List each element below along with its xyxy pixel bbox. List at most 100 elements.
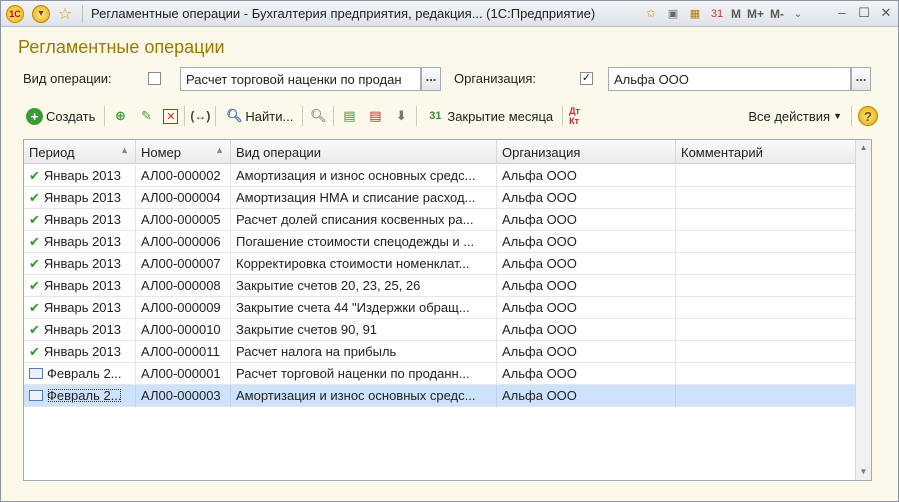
column-period[interactable]: Период ▲ bbox=[24, 140, 136, 164]
create-button[interactable]: + Создать bbox=[23, 104, 98, 128]
cell-org: Альфа ООО bbox=[497, 231, 676, 253]
filter-row: Вид операции: Расчет торговой наценки по… bbox=[1, 67, 898, 91]
posted-check-icon: ✔ bbox=[29, 256, 40, 271]
table-row[interactable]: ✔ Январь 2013 АЛ00-000010 Закрытие счетов 9… bbox=[24, 319, 856, 341]
period-text: Январь 2013 bbox=[43, 190, 121, 205]
cell-op: Амортизация и износ основных средс... bbox=[231, 385, 497, 407]
organization-label: Организация: bbox=[454, 71, 537, 86]
unpost-document-icon[interactable]: ▤ bbox=[366, 107, 384, 125]
sort-icon: ▲ bbox=[120, 145, 129, 155]
dt-kt-icon[interactable]: Дт Кт bbox=[569, 106, 591, 126]
refresh-arrows-icon[interactable]: (↔) bbox=[190, 107, 210, 125]
period-text: Январь 2013 bbox=[43, 300, 121, 315]
cell-number: АЛ00-000001 bbox=[136, 363, 231, 385]
operation-type-checkbox[interactable] bbox=[148, 72, 161, 85]
toolbar-dropdown-icon[interactable]: ⌄ bbox=[790, 6, 806, 22]
cell-org: Альфа ООО bbox=[497, 363, 676, 385]
cell-period: ✔ Январь 2013 bbox=[24, 209, 136, 231]
cell-period: ✔ Январь 2013 bbox=[24, 275, 136, 297]
table-row[interactable]: Февраль 2... АЛ00-000001 Расчет торговой н… bbox=[24, 363, 856, 385]
divider bbox=[215, 106, 217, 126]
operations-table[interactable]: Период ▲ Номер ▲ Вид операции Организаци… bbox=[23, 139, 872, 481]
divider bbox=[184, 106, 186, 126]
minimize-icon[interactable]: – bbox=[836, 5, 848, 21]
app-logo-icon[interactable]: 1С bbox=[6, 4, 24, 23]
table-row[interactable]: ✔ Январь 2013 АЛ00-000011 Расчет налога на … bbox=[24, 341, 856, 363]
cell-comment bbox=[676, 385, 856, 407]
organization-checkbox[interactable]: ✓ bbox=[580, 72, 593, 85]
column-comment[interactable]: Комментарий bbox=[676, 140, 856, 164]
vertical-scrollbar[interactable]: ▲ ▼ bbox=[855, 140, 871, 480]
cell-comment bbox=[676, 231, 856, 253]
cell-org: Альфа ООО bbox=[497, 209, 676, 231]
cell-op: Погашение стоимости спецодежды и ... bbox=[231, 231, 497, 253]
cell-comment bbox=[676, 165, 856, 187]
cell-period: ✔ Январь 2013 bbox=[24, 297, 136, 319]
period-text: Февраль 2... bbox=[47, 388, 122, 403]
period-text: Январь 2013 bbox=[43, 234, 121, 249]
cell-number: АЛ00-000010 bbox=[136, 319, 231, 341]
cell-number: АЛ00-000002 bbox=[136, 165, 231, 187]
scroll-down-icon[interactable]: ▼ bbox=[856, 464, 871, 480]
cell-op: Амортизация НМА и списание расход... bbox=[231, 187, 497, 209]
column-operation-type[interactable]: Вид операции bbox=[231, 140, 497, 164]
table-row[interactable]: ✔ Январь 2013 АЛ00-000009 Закрытие счета 44… bbox=[24, 297, 856, 319]
bookmark-icon[interactable]: ▣ bbox=[665, 6, 681, 22]
table-row[interactable]: ✔ Январь 2013 АЛ00-000008 Закрытие счетов 2… bbox=[24, 275, 856, 297]
organization-select-button[interactable]: ... bbox=[851, 67, 871, 91]
cell-period: Февраль 2... bbox=[24, 385, 136, 407]
edit-pencil-icon[interactable]: ✎ bbox=[137, 107, 155, 125]
column-organization[interactable]: Организация bbox=[497, 140, 676, 164]
period-text: Январь 2013 bbox=[43, 168, 121, 183]
maximize-icon[interactable]: ☐ bbox=[858, 5, 870, 21]
all-actions-menu[interactable]: Все действия ▼ bbox=[745, 104, 845, 128]
post-document-icon[interactable]: ▤ bbox=[340, 107, 358, 125]
operation-type-field[interactable]: Расчет торговой наценки по продан bbox=[180, 67, 421, 91]
main-menu-icon[interactable]: ▾ bbox=[32, 4, 50, 23]
favorite-star-icon[interactable]: ☆ bbox=[56, 5, 74, 23]
posted-check-icon: ✔ bbox=[29, 234, 40, 249]
memory-button[interactable]: M bbox=[731, 7, 741, 21]
posted-check-icon: ✔ bbox=[29, 300, 40, 315]
table-row[interactable]: ✔ Январь 2013 АЛ00-000002 Амортизация и изн… bbox=[24, 165, 856, 187]
calendar-icon[interactable]: 31 bbox=[709, 6, 725, 22]
cancel-search-icon[interactable]: 🔍︎ bbox=[309, 107, 327, 125]
organization-field[interactable]: Альфа ООО bbox=[608, 67, 851, 91]
cell-org: Альфа ООО bbox=[497, 385, 676, 407]
delete-mark-icon[interactable]: ✕ bbox=[163, 108, 179, 124]
scroll-up-icon[interactable]: ▲ bbox=[856, 140, 871, 156]
period-text: Февраль 2... bbox=[47, 366, 122, 381]
calculator-icon[interactable]: ▦ bbox=[687, 6, 703, 22]
table-row[interactable]: ✔ Январь 2013 АЛ00-000004 Амортизация НМА и… bbox=[24, 187, 856, 209]
column-number[interactable]: Номер ▲ bbox=[136, 140, 231, 164]
memory-plus-button[interactable]: M+ bbox=[747, 7, 764, 21]
cell-number: АЛ00-000004 bbox=[136, 187, 231, 209]
sort-icon: ▲ bbox=[215, 145, 224, 155]
cell-number: АЛ00-000007 bbox=[136, 253, 231, 275]
cell-op: Закрытие счета 44 "Издержки обращ... bbox=[231, 297, 497, 319]
divider bbox=[104, 106, 106, 126]
find-button[interactable]: 🔍︎ Найти... bbox=[222, 104, 296, 128]
operation-type-select-button[interactable]: ... bbox=[421, 67, 441, 91]
cell-period: ✔ Январь 2013 bbox=[24, 231, 136, 253]
table-row[interactable]: ✔ Январь 2013 АЛ00-000005 Расчет долей спис… bbox=[24, 209, 856, 231]
cell-comment bbox=[676, 319, 856, 341]
add-favorite-icon[interactable]: ✩ bbox=[643, 6, 659, 22]
table-row[interactable]: Февраль 2... АЛ00-000003 Амортизация и изн… bbox=[24, 385, 856, 407]
help-icon[interactable]: ? bbox=[858, 106, 878, 126]
cell-comment bbox=[676, 187, 856, 209]
posted-check-icon: ✔ bbox=[29, 168, 40, 183]
cell-op: Корректировка стоимости номенклат... bbox=[231, 253, 497, 275]
close-month-button[interactable]: 31 Закрытие месяца bbox=[423, 104, 556, 128]
move-down-icon[interactable]: ⬇ bbox=[392, 107, 410, 125]
close-icon[interactable]: ✕ bbox=[880, 5, 892, 21]
close-month-label: Закрытие месяца bbox=[447, 108, 554, 124]
cell-op: Закрытие счетов 90, 91 bbox=[231, 319, 497, 341]
copy-add-icon[interactable]: ⊕ bbox=[111, 107, 129, 125]
table-row[interactable]: ✔ Январь 2013 АЛ00-000006 Погашение стоимос… bbox=[24, 231, 856, 253]
cell-op: Расчет долей списания косвенных ра... bbox=[231, 209, 497, 231]
cell-org: Альфа ООО bbox=[497, 187, 676, 209]
memory-minus-button[interactable]: M- bbox=[770, 7, 784, 21]
cell-org: Альфа ООО bbox=[497, 253, 676, 275]
table-row[interactable]: ✔ Январь 2013 АЛ00-000007 Корректировка сто… bbox=[24, 253, 856, 275]
